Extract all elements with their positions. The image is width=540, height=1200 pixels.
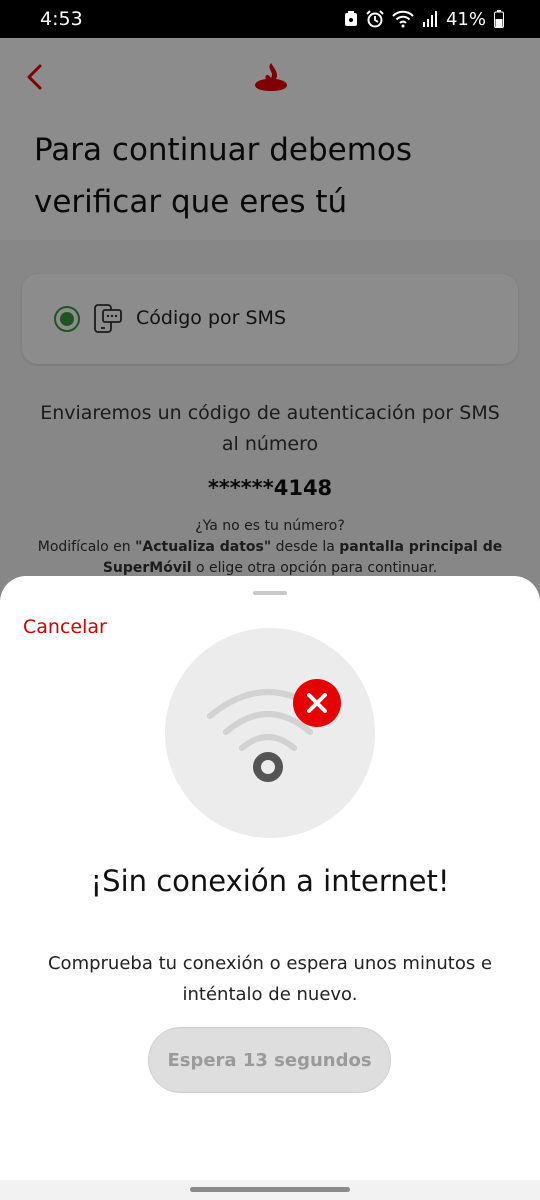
status-icons: 41% bbox=[344, 9, 504, 30]
signal-icon bbox=[422, 11, 437, 27]
home-gesture-pill[interactable] bbox=[190, 1187, 350, 1192]
no-connection-sheet: Cancelar ¡Sin conexión a internet! Compr… bbox=[0, 576, 540, 1180]
status-time: 4:53 bbox=[40, 8, 83, 30]
cancel-button[interactable]: Cancelar bbox=[23, 616, 107, 638]
battery-icon bbox=[494, 10, 504, 28]
alarm-icon bbox=[366, 10, 384, 28]
battery-percent: 41% bbox=[445, 8, 486, 30]
wifi-icon bbox=[392, 10, 414, 28]
notification-icon bbox=[344, 11, 357, 26]
error-message: Comprueba tu conexión o espera unos minu… bbox=[47, 953, 493, 1005]
no-wifi-icon bbox=[207, 679, 341, 782]
system-nav-bar bbox=[0, 1180, 540, 1200]
sheet-drag-handle[interactable] bbox=[253, 591, 287, 595]
status-bar: 4:53 41% bbox=[0, 0, 540, 38]
wait-retry-button[interactable]: Espera 13 segundos bbox=[148, 1027, 391, 1093]
error-title: ¡Sin conexión a internet! bbox=[90, 864, 450, 898]
